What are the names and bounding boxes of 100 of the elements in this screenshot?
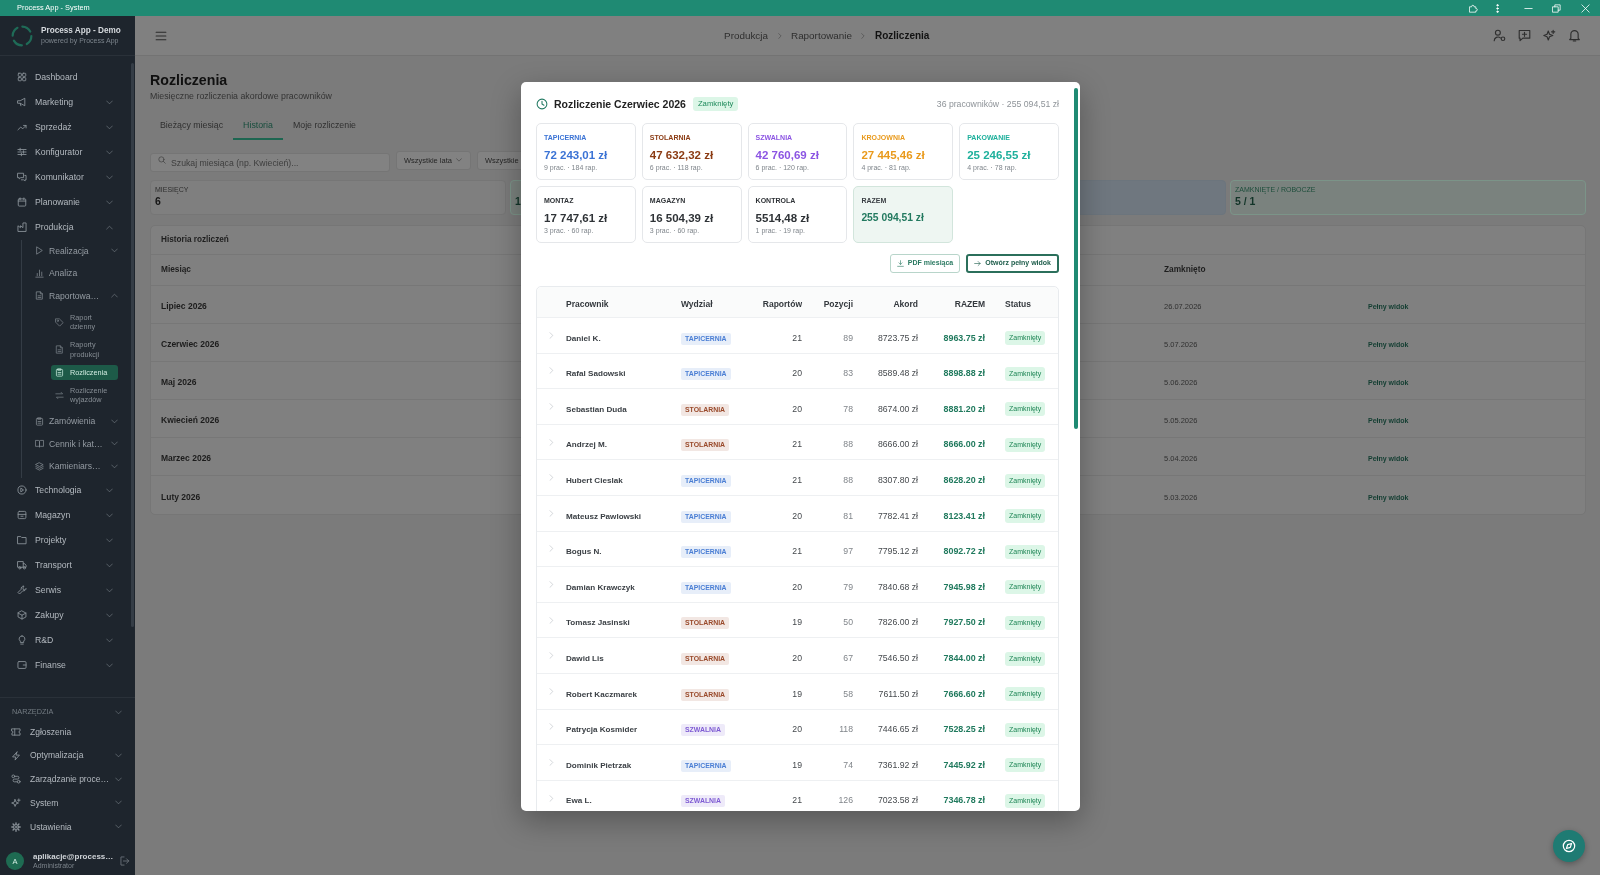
menu-icon[interactable] xyxy=(155,29,167,42)
stat-value: 1 xyxy=(515,194,521,207)
tab[interactable]: Moje rozliczenie xyxy=(282,113,366,140)
table-cell: Marzec 2026 xyxy=(161,453,212,464)
sidebar-item[interactable]: Projekty xyxy=(0,527,131,553)
sidebar-item[interactable]: Produkcja xyxy=(0,214,131,240)
employee-name: Damian Krawczyk xyxy=(566,582,635,592)
compass-button[interactable] xyxy=(1553,830,1585,862)
grid-icon xyxy=(17,72,27,82)
sidebar-item[interactable]: Technologia xyxy=(0,477,131,503)
chevron-icon[interactable] xyxy=(548,403,555,410)
scrollbar-thumb[interactable] xyxy=(131,63,134,627)
chevron-icon[interactable] xyxy=(548,687,555,695)
table-cell: 126 xyxy=(838,795,853,806)
stat-value: 5 / 1 xyxy=(1235,194,1256,207)
chevron-icon[interactable] xyxy=(548,652,555,660)
total-amount: 8898.88 zł xyxy=(943,368,985,379)
layers-icon xyxy=(35,461,44,471)
comment-plus-icon[interactable] xyxy=(1517,29,1531,42)
table-cell: 21 xyxy=(792,439,802,450)
table-cell: 83 xyxy=(843,368,853,379)
sidebar-item[interactable]: Raportowa… xyxy=(22,284,131,307)
breadcrumb-link[interactable]: Rozliczenia xyxy=(874,29,930,42)
sidebar-item[interactable]: Komunikator xyxy=(0,164,131,190)
chevron-icon[interactable] xyxy=(548,794,555,802)
factory-icon xyxy=(17,222,27,232)
chevron-icon[interactable] xyxy=(548,438,555,446)
table-cell: 20 xyxy=(792,368,802,379)
chevron-icon[interactable] xyxy=(548,367,555,375)
logout-icon[interactable] xyxy=(120,856,130,866)
chevron-icon[interactable] xyxy=(548,616,555,624)
bell-icon[interactable] xyxy=(1567,29,1581,42)
tab[interactable]: Bieżący miesiąc xyxy=(150,113,234,140)
sparkle-icon xyxy=(11,797,21,808)
chevron-icon[interactable] xyxy=(548,509,555,517)
total-amount: 7346.78 zł xyxy=(943,795,985,806)
table-cell: Lipiec 2026 xyxy=(161,301,207,312)
column-header: Pozycji xyxy=(823,299,853,310)
employee-name: Dominik Pietrzak xyxy=(566,760,632,770)
card-amount: 16 504,39 zł xyxy=(649,211,715,225)
table-cell: 7361.92 zł xyxy=(877,759,918,770)
card-amount: 17 747,61 zł xyxy=(544,211,609,225)
sidebar-item[interactable]: Sprzedaż xyxy=(0,114,131,140)
sidebar-item[interactable]: Planowanie xyxy=(0,189,131,215)
play-circle-icon xyxy=(17,485,27,495)
sidebar-item[interactable]: Kamieniars… xyxy=(22,455,131,478)
employee-name: Bogus N. xyxy=(566,547,602,557)
table-cell: 7826.00 zł xyxy=(877,617,918,628)
sidebar-item[interactable]: Konfigurator xyxy=(0,139,131,165)
restore-icon[interactable] xyxy=(1552,3,1561,13)
sidebar-item[interactable]: Serwis xyxy=(0,577,131,603)
table-cell: 21 xyxy=(792,546,802,557)
chevron-icon[interactable] xyxy=(548,331,555,339)
breadcrumb-link[interactable]: Raportowanie xyxy=(791,29,852,42)
card-amount: 42 760,69 zł xyxy=(755,148,820,162)
chevron-icon[interactable] xyxy=(548,758,555,766)
chevron-icon[interactable] xyxy=(548,545,555,553)
sidebar-item[interactable]: Dashboard xyxy=(0,64,131,90)
user-settings-icon[interactable] xyxy=(1492,29,1506,42)
archive-icon xyxy=(17,510,27,520)
table-cell: 8589.48 zł xyxy=(877,368,918,379)
breadcrumb-link[interactable]: Produkcja xyxy=(724,29,768,42)
table-cell: 58 xyxy=(843,688,853,699)
sidebar-item[interactable]: R&D xyxy=(0,627,131,653)
search-icon xyxy=(158,156,166,164)
sidebar-item[interactable]: Analiza xyxy=(22,262,131,285)
column-header: Status xyxy=(1005,299,1031,310)
table-cell: 7023.58 zł xyxy=(877,795,918,806)
logo-icon xyxy=(11,24,33,47)
employee-name: Hubert Cieslak xyxy=(566,476,623,486)
sidebar-item[interactable]: Zamówienia xyxy=(22,410,131,433)
sidebar-item[interactable]: Transport xyxy=(0,552,131,578)
sidebar-item[interactable]: Optymalizacja xyxy=(0,743,135,768)
sidebar-item[interactable]: System xyxy=(0,791,135,815)
bulb-icon xyxy=(17,635,27,645)
column-header: Pracownik xyxy=(566,299,609,310)
chevron-icon[interactable] xyxy=(548,723,555,731)
scrollbar-thumb[interactable] xyxy=(1074,88,1078,429)
sidebar-item[interactable]: Zakupy xyxy=(0,602,131,628)
table-cell: 8723.75 zł xyxy=(877,332,918,343)
sidebar-item[interactable]: Zgłoszenia xyxy=(0,720,135,744)
chevron-icon[interactable] xyxy=(548,474,555,482)
chevron-icon xyxy=(860,32,867,39)
trend-icon xyxy=(17,122,27,132)
table-cell: Kwiecień 2026 xyxy=(161,415,220,426)
sidebar-item[interactable]: Finanse xyxy=(0,652,131,678)
sidebar-item[interactable]: Ustawienia xyxy=(0,814,135,839)
sidebar-item[interactable]: Marketing xyxy=(0,89,131,115)
sidebar-item[interactable]: Magazyn xyxy=(0,502,131,528)
chevron-icon[interactable] xyxy=(548,580,555,588)
puzzle-icon[interactable] xyxy=(1468,3,1478,13)
sidebar-item[interactable]: Realizacja xyxy=(22,239,131,262)
table-cell: 20 xyxy=(792,653,802,664)
sparkle-icon[interactable] xyxy=(1542,29,1556,42)
sidebar-item[interactable]: Zarządzanie proce… xyxy=(0,767,135,792)
sidebar-item[interactable]: Cennik i kat… xyxy=(22,432,131,455)
document-icon xyxy=(35,291,44,301)
swap-icon xyxy=(55,390,64,400)
user-email: aplikacje@process… xyxy=(33,852,114,862)
close-icon[interactable] xyxy=(1581,3,1590,13)
